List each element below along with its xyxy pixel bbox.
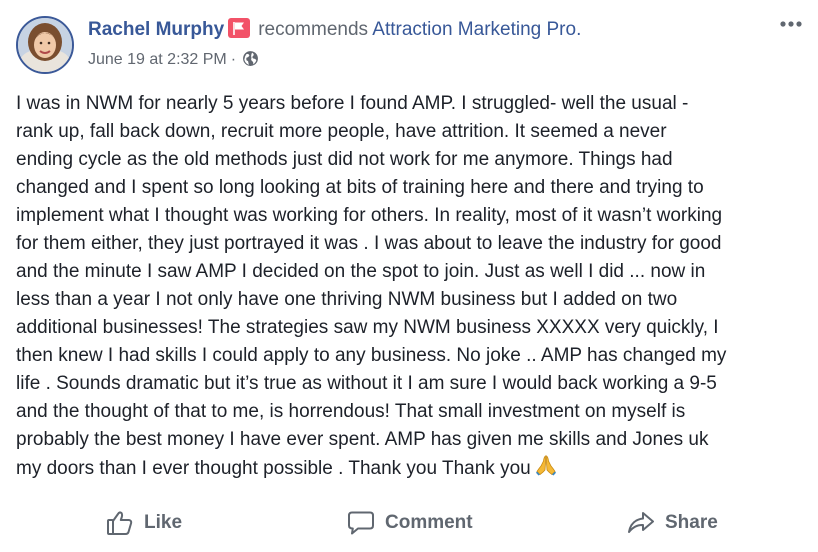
comment-icon — [348, 511, 374, 535]
post-body-line: probably the best money I have ever spen… — [16, 429, 709, 450]
post-body-line: ending cycle as the old methods just did… — [16, 149, 673, 170]
recommends-text: recommends — [258, 19, 369, 40]
post-body-line: and the minute I saw AMP I decided on th… — [16, 261, 706, 282]
globe-icon[interactable] — [242, 50, 259, 74]
thumbs-up-icon — [107, 511, 133, 535]
recommend-flag-icon — [228, 18, 251, 38]
post-body-line: and the thought of that to me, is horren… — [16, 401, 686, 422]
more-options-icon[interactable] — [776, 12, 806, 36]
post-body-line: additional businesses! The strategies sa… — [16, 317, 719, 338]
praying-hands-icon — [535, 454, 557, 485]
post-actions: Like Comment Share — [0, 500, 818, 546]
post-body-line: life . Sounds dramatic but it’s true as … — [16, 373, 717, 394]
share-button[interactable]: Share — [627, 500, 718, 546]
comment-button[interactable]: Comment — [347, 500, 473, 546]
post-body-line-text: my doors than I ever thought possible . … — [16, 458, 531, 479]
share-label: Share — [665, 512, 718, 533]
avatar-image — [18, 18, 72, 72]
avatar[interactable] — [16, 16, 74, 74]
post-body-line: then knew I had skills I could apply to … — [16, 345, 727, 366]
post-body-line: changed and I spent so long looking at b… — [16, 177, 704, 198]
page-link[interactable]: Attraction Marketing Pro. — [372, 19, 581, 40]
recommendation-post: Rachel Murphy recommends Attraction Marke… — [0, 0, 818, 552]
post-body-line: rank up, fall back down, recruit more pe… — [16, 121, 667, 142]
post-timestamp[interactable]: June 19 at 2:32 PM — [88, 51, 227, 68]
post-body-line: for them either, they just portrayed it … — [16, 233, 722, 254]
share-arrow-icon — [628, 512, 654, 533]
author-name[interactable]: Rachel Murphy — [88, 19, 224, 40]
like-button[interactable]: Like — [106, 500, 182, 546]
post-body: I was in NWM for nearly 5 years before I… — [16, 90, 808, 482]
post-meta: June 19 at 2:32 PM · — [88, 49, 259, 74]
post-body-line: I was in NWM for nearly 5 years before I… — [16, 93, 689, 114]
post-body-line: implement what I thought was working for… — [16, 205, 723, 226]
like-label: Like — [144, 512, 183, 533]
post-header: Rachel Murphy recommends Attraction Marke… — [88, 17, 581, 43]
comment-label: Comment — [385, 512, 473, 533]
post-body-line: less than a year I not only have one thr… — [16, 289, 678, 310]
post-body-last-line: my doors than I ever thought possible . … — [16, 454, 808, 482]
meta-separator: · — [230, 51, 237, 68]
